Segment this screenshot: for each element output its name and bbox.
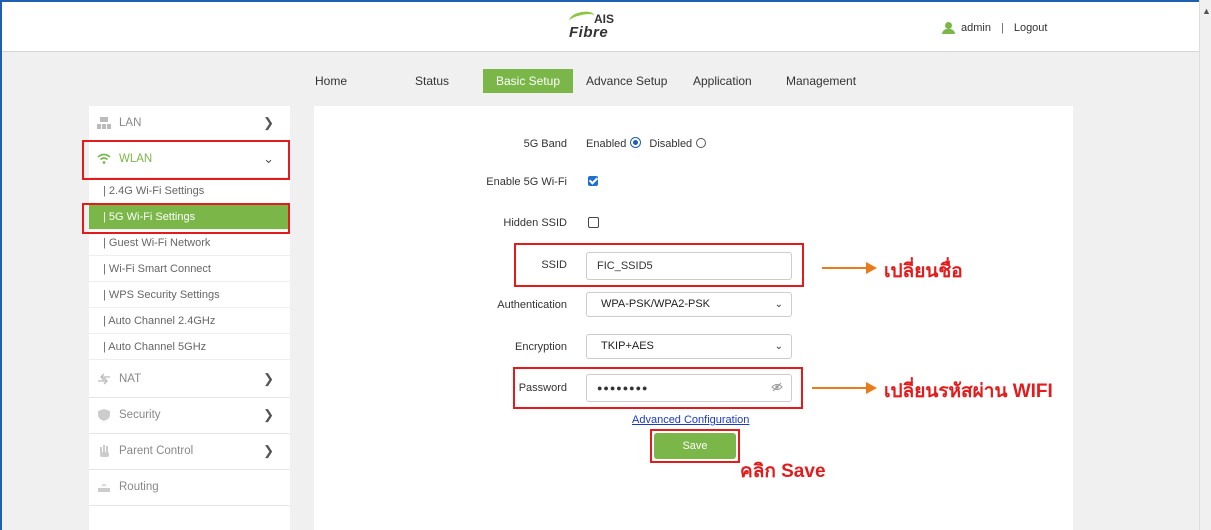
band-radio-group: Enabled Disabled	[586, 137, 707, 150]
username-link[interactable]: admin	[961, 22, 991, 34]
highlight-save-box	[650, 429, 740, 463]
sidebar-sub-wps[interactable]: | WPS Security Settings	[89, 283, 290, 308]
ais-fibre-logo[interactable]: AIS Fibre	[567, 8, 627, 48]
nav-basic-setup[interactable]: Basic Setup	[483, 69, 573, 93]
label-enable-5g: Enable 5G Wi-Fi	[486, 176, 567, 188]
shield-icon	[98, 409, 110, 421]
ssid-arrow-line	[822, 267, 866, 269]
encryption-value: TKIP+AES	[601, 340, 654, 352]
highlight-5g-box	[82, 203, 290, 234]
encryption-select[interactable]: TKIP+AES ⌄	[586, 334, 792, 359]
label-5g-band: 5G Band	[523, 138, 567, 150]
sidebar-sub-auto-24g[interactable]: | Auto Channel 2.4GHz	[89, 309, 290, 334]
sidebar-label-nat: NAT	[119, 373, 142, 385]
vertical-scrollbar[interactable]: ▲	[1199, 0, 1211, 530]
nav-status[interactable]: Status	[415, 69, 449, 93]
save-note: คลิก Save	[740, 461, 826, 482]
settings-panel	[314, 106, 1073, 530]
sidebar-label-lan: LAN	[119, 117, 142, 129]
enable-5g-checkbox[interactable]	[588, 176, 598, 186]
authentication-value: WPA-PSK/WPA2-PSK	[601, 298, 711, 310]
advanced-configuration-link[interactable]: Advanced Configuration	[632, 414, 749, 426]
chevron-right-icon: ❯	[263, 371, 274, 386]
band-disabled-label: Disabled	[649, 138, 693, 150]
highlight-password-box	[513, 367, 803, 409]
label-hidden-ssid: Hidden SSID	[503, 217, 567, 229]
band-enabled-label: Enabled	[586, 138, 627, 150]
chevron-right-icon: ❯	[263, 443, 274, 458]
user-separator: |	[1000, 22, 1004, 34]
sidebar-item-parent-control[interactable]: Parent Control ❯	[89, 434, 290, 470]
nav-management[interactable]: Management	[786, 69, 856, 93]
highlight-ssid-box	[514, 243, 804, 287]
sidebar-sub-guest[interactable]: | Guest Wi-Fi Network	[89, 231, 290, 256]
sidebar-sub-auto-5g[interactable]: | Auto Channel 5GHz	[89, 335, 290, 360]
nav-application[interactable]: Application	[693, 69, 752, 93]
label-authentication: Authentication	[497, 299, 567, 311]
sidebar-label-parent-control: Parent Control	[119, 445, 194, 457]
top-nav: Home Status Basic Setup Advance Setup Ap…	[0, 69, 1199, 93]
password-note: เปลี่ยนรหัสผ่าน WIFI	[884, 381, 1053, 402]
router-icon	[98, 483, 110, 492]
user-area: admin | Logout	[942, 22, 1047, 34]
sidebar-item-routing[interactable]: Routing	[89, 470, 290, 506]
hand-icon	[100, 445, 109, 457]
ssid-note: เปลี่ยนชื่อ	[884, 261, 963, 282]
authentication-select[interactable]: WPA-PSK/WPA2-PSK ⌄	[586, 292, 792, 317]
ssid-arrow-head-icon	[866, 262, 877, 274]
chevron-right-icon: ❯	[263, 407, 274, 422]
band-enabled-radio[interactable]	[630, 137, 642, 148]
user-icon	[942, 22, 955, 34]
highlight-wlan-box	[82, 140, 290, 180]
chevron-down-icon: ⌄	[774, 299, 783, 310]
logout-link[interactable]: Logout	[1014, 22, 1048, 34]
nav-home[interactable]: Home	[315, 69, 347, 93]
sidebar-label-security: Security	[119, 409, 161, 421]
nav-advance-setup[interactable]: Advance Setup	[586, 69, 667, 93]
sidebar-item-security[interactable]: Security ❯	[89, 398, 290, 434]
password-arrow-line	[812, 387, 866, 389]
lan-icon	[97, 117, 111, 129]
band-disabled-radio[interactable]	[696, 138, 707, 148]
scroll-up-icon[interactable]: ▲	[1202, 6, 1211, 16]
header-bar: AIS Fibre admin | Logout	[2, 2, 1199, 52]
sidebar-label-routing: Routing	[119, 481, 159, 493]
logo-fibre-text: Fibre	[569, 24, 609, 41]
chevron-right-icon: ❯	[263, 115, 274, 130]
sidebar-sub-smart-connect[interactable]: | Wi-Fi Smart Connect	[89, 257, 290, 282]
nat-arrows-icon	[98, 373, 110, 385]
label-encryption: Encryption	[515, 341, 567, 353]
hidden-ssid-checkbox[interactable]	[588, 217, 599, 228]
sidebar-item-nat[interactable]: NAT ❯	[89, 362, 290, 398]
sidebar-sub-24g[interactable]: | 2.4G Wi-Fi Settings	[89, 179, 290, 204]
sidebar-item-lan[interactable]: LAN ❯	[89, 106, 290, 142]
password-arrow-head-icon	[866, 382, 877, 394]
chevron-down-icon: ⌄	[774, 341, 783, 352]
